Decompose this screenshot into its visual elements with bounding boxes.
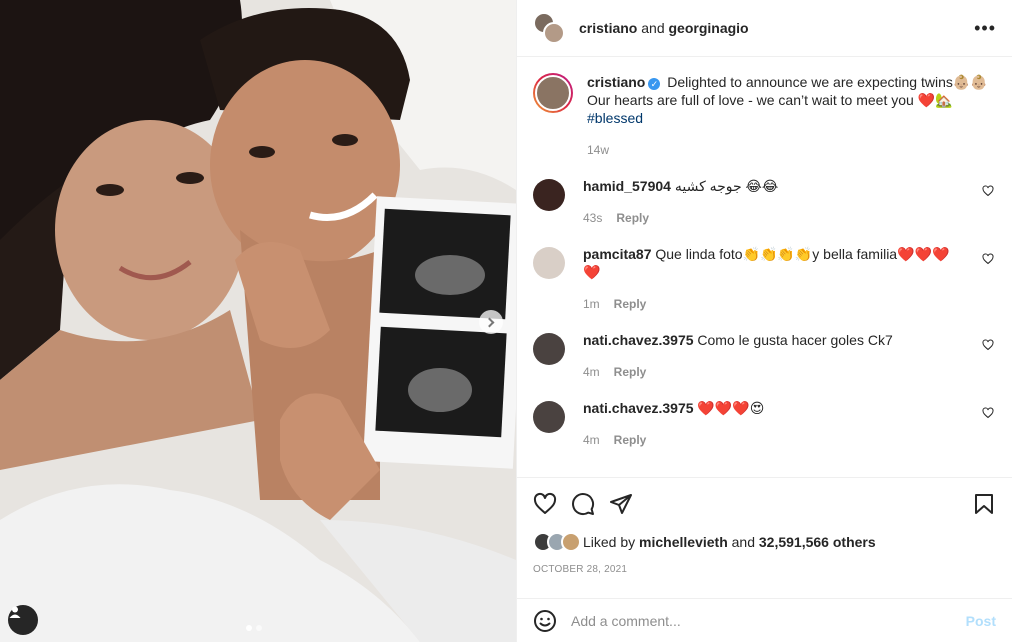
avatar[interactable] xyxy=(533,401,565,433)
comment-body: nati.chavez.3975 Como le gusta hacer gol… xyxy=(583,331,996,381)
story-ring-avatar[interactable] xyxy=(533,73,573,113)
post-side-panel: cristiano and georginagio ••• cristiano ✓… xyxy=(516,0,1012,642)
post-comment-button[interactable]: Post xyxy=(966,613,996,629)
instagram-post: cristiano and georginagio ••• cristiano ✓… xyxy=(0,0,1012,642)
user-icon xyxy=(9,606,21,618)
more-options-button[interactable]: ••• xyxy=(974,19,996,37)
author-link[interactable]: cristiano xyxy=(579,20,637,36)
verified-badge-icon: ✓ xyxy=(648,78,661,90)
comment-text: جوجه کشیه 😂😂 xyxy=(674,178,779,194)
caption-body: cristiano ✓ Delighted to announce we are … xyxy=(587,73,996,159)
timestamp[interactable]: 4m xyxy=(583,365,600,379)
timestamp[interactable]: 1m xyxy=(583,297,600,311)
post-date[interactable]: OCTOBER 28, 2021 xyxy=(533,564,996,575)
add-comment-bar: Post xyxy=(517,598,1012,642)
comment-body: nati.chavez.3975 ❤️❤️❤️😍 4m Reply xyxy=(583,399,996,449)
avatar[interactable] xyxy=(533,179,565,211)
comment-item: pamcita87 Que linda foto👏👏👏👏y bella fami… xyxy=(533,245,996,313)
comments-list[interactable]: cristiano ✓ Delighted to announce we are … xyxy=(517,57,1012,477)
likes-prefix: Liked by xyxy=(583,534,636,550)
comment-item: nati.chavez.3975 Como le gusta hacer gol… xyxy=(533,331,996,381)
comment-body: hamid_57904 جوجه کشیه 😂😂 43s Reply xyxy=(583,177,996,227)
avatar[interactable] xyxy=(533,247,565,279)
carousel-indicator xyxy=(246,625,262,631)
bookmark-icon[interactable] xyxy=(972,492,996,516)
authors-conjunction: and xyxy=(641,20,665,36)
post-authors: cristiano and georginagio xyxy=(579,20,749,36)
collab-avatars[interactable] xyxy=(533,12,565,44)
caption-text: Delighted to announce we are expecting t… xyxy=(587,74,988,108)
comment-text: Como le gusta hacer goles Ck7 xyxy=(697,332,893,348)
comment-body: pamcita87 Que linda foto👏👏👏👏y bella fami… xyxy=(583,245,996,313)
comment-icon[interactable] xyxy=(571,492,595,516)
carousel-dot-active xyxy=(246,625,252,631)
like-comment-heart-icon[interactable] xyxy=(982,185,994,197)
reply-button[interactable]: Reply xyxy=(614,365,647,379)
next-photo-button[interactable] xyxy=(479,310,503,334)
timestamp[interactable]: 43s xyxy=(583,211,602,225)
timestamp[interactable]: 14w xyxy=(587,143,609,157)
post-actions: Liked by michellevieth and 32,591,566 ot… xyxy=(517,477,1012,575)
timestamp[interactable]: 4m xyxy=(583,433,600,447)
emoji-icon[interactable] xyxy=(533,609,557,633)
likes-summary: Liked by michellevieth and 32,591,566 ot… xyxy=(533,532,996,552)
comment-username[interactable]: hamid_57904 xyxy=(583,178,671,194)
comment-meta: 1m Reply xyxy=(583,295,966,313)
avatar xyxy=(561,532,581,552)
comment-meta: 4m Reply xyxy=(583,431,966,449)
likes-count-link[interactable]: 32,591,566 others xyxy=(759,534,876,550)
likes-conjunction: and xyxy=(731,534,755,550)
carousel-dot xyxy=(256,625,262,631)
avatar xyxy=(535,75,571,111)
post-photo[interactable] xyxy=(0,0,516,642)
comment-text: ❤️❤️❤️😍 xyxy=(697,400,765,416)
tagged-users-button[interactable] xyxy=(8,605,38,635)
like-comment-heart-icon[interactable] xyxy=(982,339,994,351)
comment-username[interactable]: nati.chavez.3975 xyxy=(583,332,694,348)
comment-username[interactable]: pamcita87 xyxy=(583,246,651,262)
reply-button[interactable]: Reply xyxy=(614,297,647,311)
like-heart-icon[interactable] xyxy=(533,492,557,516)
share-icon[interactable] xyxy=(609,492,633,516)
caption: cristiano ✓ Delighted to announce we are … xyxy=(533,73,996,159)
comment-meta: 4m Reply xyxy=(583,363,966,381)
author-link[interactable]: georginagio xyxy=(669,20,749,36)
avatar xyxy=(543,22,565,44)
comment-item: nati.chavez.3975 ❤️❤️❤️😍 4m Reply xyxy=(533,399,996,449)
avatar[interactable] xyxy=(533,333,565,365)
comment-username[interactable]: nati.chavez.3975 xyxy=(583,400,694,416)
caption-username[interactable]: cristiano xyxy=(587,74,645,90)
comment-input[interactable] xyxy=(571,612,966,629)
chevron-right-icon xyxy=(484,317,495,327)
caption-meta: 14w xyxy=(587,141,996,159)
action-icons xyxy=(533,478,996,530)
comment-item: hamid_57904 جوجه کشیه 😂😂 43s Reply xyxy=(533,177,996,227)
liker-avatars xyxy=(533,532,581,552)
hashtag-link[interactable]: #blessed xyxy=(587,110,643,126)
like-comment-heart-icon[interactable] xyxy=(982,407,994,419)
like-comment-heart-icon[interactable] xyxy=(982,253,994,265)
reply-button[interactable]: Reply xyxy=(616,211,649,225)
liker-username[interactable]: michellevieth xyxy=(639,534,728,550)
post-header: cristiano and georginagio ••• xyxy=(517,0,1012,57)
photo-illustration xyxy=(0,0,516,642)
reply-button[interactable]: Reply xyxy=(614,433,647,447)
comment-meta: 43s Reply xyxy=(583,209,966,227)
